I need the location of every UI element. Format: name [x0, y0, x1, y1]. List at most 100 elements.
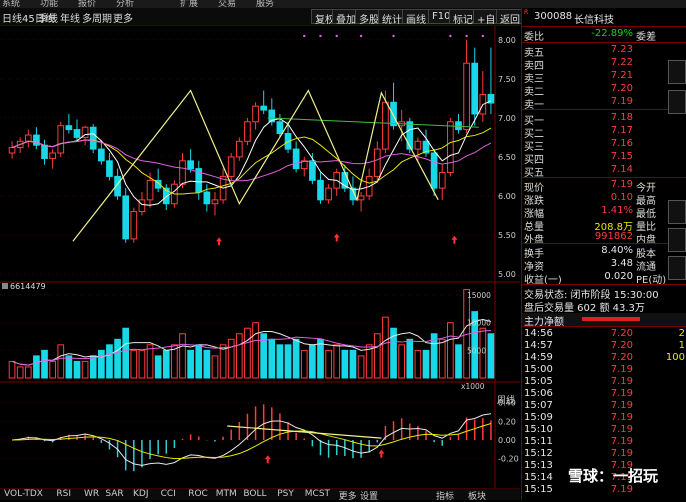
signal-dot [481, 34, 485, 38]
sell-price: 7.19 [610, 96, 633, 107]
side-button-3[interactable] [668, 200, 686, 224]
buy-price: 7.16 [610, 138, 633, 149]
indicator-tab[interactable]: VOL-TDX [4, 489, 43, 499]
candle-body [292, 148, 300, 170]
volume-bar [179, 333, 186, 379]
tab-year[interactable]: 年线 [60, 10, 80, 25]
macd-tick-label: -0.20 [498, 455, 519, 464]
menu-item-trade[interactable]: 交易 [218, 0, 236, 8]
volume-bar [398, 344, 405, 379]
volume-bar [349, 349, 357, 379]
menu-item-service[interactable]: 服务 [256, 0, 274, 8]
buy-price: 7.17 [610, 125, 633, 136]
side-button-1[interactable] [668, 60, 686, 84]
main-flow-row[interactable]: 主力净额 [522, 313, 686, 328]
stock-code: 300088 [534, 11, 573, 22]
indicator-tab[interactable]: CCI [161, 489, 176, 499]
chart-grid [0, 26, 520, 488]
menu-item-analysis[interactable]: 分析 [116, 0, 134, 8]
tab-multi-period[interactable]: 多周期 [82, 10, 112, 25]
macd-signal-arrow [378, 449, 385, 458]
candle-body [309, 160, 316, 181]
macd-signal-arrow [264, 455, 271, 464]
fund-value: 0.020 [604, 271, 633, 282]
volume-bar [130, 349, 138, 379]
sector-button[interactable]: 板块 [468, 489, 486, 502]
volume-tick-label: x1000 [461, 382, 485, 391]
indicator-tab[interactable]: ROC [188, 489, 208, 499]
separator [522, 326, 686, 327]
tick-price: 7.19 [610, 376, 633, 387]
menu-item-quote[interactable]: 报价 [78, 0, 96, 8]
candle-body [138, 199, 146, 213]
indicator-tab[interactable]: KDJ [133, 489, 149, 499]
side-button-5[interactable] [668, 256, 686, 280]
buy-row[interactable]: 买二 7.17 [522, 125, 686, 140]
indicator-tab[interactable]: 更多 [339, 489, 357, 502]
side-button-4[interactable] [668, 228, 686, 252]
weibi-row: 委比 -22.89% 委差 [522, 28, 686, 43]
candle-body [8, 147, 16, 154]
macd-layer [12, 404, 492, 472]
sell-price: 7.23 [610, 44, 633, 55]
indicator-tab[interactable]: WR [84, 489, 99, 499]
volume-bar [406, 338, 414, 379]
volume-label: 6614479 [2, 282, 46, 291]
volume-tick-label: 10000 [467, 319, 491, 328]
menu-item-system[interactable]: 系统 [2, 0, 20, 8]
volume-bar [219, 344, 227, 379]
candle-body [438, 172, 446, 189]
candle-body [317, 179, 324, 201]
tick-volume: 100 [665, 352, 685, 363]
indicator-button[interactable]: 指标 [436, 489, 454, 502]
buy-row[interactable]: 买一 7.18 [522, 112, 686, 127]
candle-body [89, 126, 97, 150]
menu-item-function[interactable]: 功能 [40, 0, 58, 8]
volume-bar [252, 322, 259, 379]
sell-row[interactable]: 卖一 7.19 [522, 96, 686, 111]
tick-volume: 2 [678, 328, 685, 339]
tick-time: 15:05 [524, 376, 553, 387]
side-button-2[interactable] [668, 90, 686, 114]
tab-quarter[interactable]: 季线 [38, 10, 58, 25]
sell-row[interactable]: 卖三 7.21 [522, 70, 686, 85]
tab-daily[interactable]: 日线 [2, 10, 22, 25]
indicator-tab[interactable]: MTM [216, 489, 237, 499]
back-button[interactable]: 返回 [496, 9, 524, 26]
candle-body [227, 156, 235, 177]
sell-row[interactable]: 卖二 7.20 [522, 83, 686, 98]
volume-bar [81, 360, 89, 379]
indicator-tab[interactable]: 设置 [360, 489, 378, 502]
tab-more[interactable]: 更多 [113, 10, 133, 25]
volume-bar [235, 333, 243, 379]
volume-bar [341, 349, 349, 379]
menu-item-extend[interactable]: 扩展 [180, 0, 198, 8]
macd-tick-label: 0.00 [498, 436, 516, 445]
draw-line-button[interactable]: 画线 [402, 9, 430, 26]
indicator-tab[interactable]: RSI [56, 489, 71, 499]
candle-body [390, 101, 397, 127]
buy-signal-arrow [216, 237, 223, 246]
indicator-tab[interactable]: MCST [305, 489, 330, 499]
tick-price: 7.19 [610, 448, 633, 459]
buy-row[interactable]: 买四 7.15 [522, 151, 686, 166]
indicator-tab[interactable]: PSY [277, 489, 294, 499]
candle-body [98, 148, 105, 162]
volume-bar [73, 360, 81, 379]
signal-dot [303, 34, 306, 38]
volume-value: 6614479 [10, 282, 46, 291]
signal-dot [359, 34, 363, 38]
sell-row[interactable]: 卖五 7.23 [522, 44, 686, 59]
volume-bar [455, 344, 462, 379]
candlestick-chart[interactable]: 8.00 7.50 7.00 6.50 6.00 5.50 5.00 15000 10000 50… [0, 26, 520, 488]
sell-row[interactable]: 卖四 7.22 [522, 57, 686, 72]
ma5-line [11, 100, 492, 206]
stock-header: R 300088 长信科技 [522, 9, 686, 26]
buy-row[interactable]: 买三 7.16 [522, 138, 686, 153]
indicator-tab[interactable]: SAR [105, 489, 123, 499]
indicator-tab[interactable]: BOLL [243, 489, 266, 499]
volume-bar [195, 344, 203, 379]
volume-bar [487, 333, 495, 379]
status-line1: 交易状态: 闭市阶段 15:30:00 [522, 286, 686, 301]
buy-row[interactable]: 买五 7.14 [522, 164, 686, 179]
